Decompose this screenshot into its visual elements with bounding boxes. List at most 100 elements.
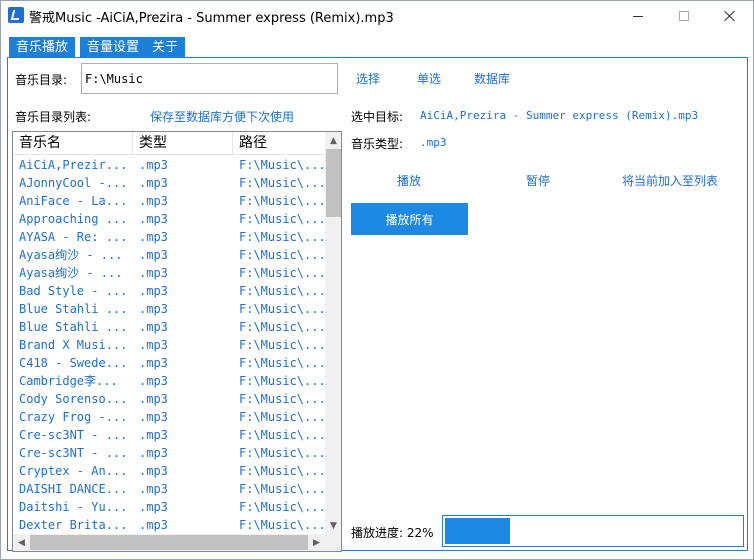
cell-type: .mp3 <box>139 464 168 478</box>
app-window: 警戒Music -AiCiA,Prezira - Summer express … <box>0 0 754 560</box>
cell-path: F:\Music\... <box>239 212 325 226</box>
cell-type: .mp3 <box>139 266 168 280</box>
cell-path: F:\Music\... <box>239 158 325 172</box>
selected-target-label: 选中目标: <box>351 110 404 124</box>
list-item[interactable]: Blue Stahli ... .mp3 F:\Music\... <box>13 318 325 336</box>
close-button[interactable] <box>707 1 753 31</box>
vertical-scroll-thumb[interactable] <box>326 149 341 217</box>
cell-type: .mp3 <box>139 392 168 406</box>
cell-path: F:\Music\... <box>239 518 325 532</box>
music-dir-label: 音乐目录: <box>15 73 68 87</box>
list-item[interactable]: Cambridge李... .mp3 F:\Music\... <box>13 372 325 390</box>
list-item[interactable]: Cre-sc3NT - ... .mp3 F:\Music\... <box>13 444 325 462</box>
tab-about[interactable]: 关于 <box>145 37 186 58</box>
cell-type: .mp3 <box>139 230 168 244</box>
cell-type: .mp3 <box>139 428 168 442</box>
play-button[interactable]: 播放 <box>397 172 421 189</box>
minimize-icon <box>633 15 643 17</box>
cell-name: Cryptex - An... <box>19 464 128 478</box>
database-button[interactable]: 数据库 <box>474 70 510 87</box>
choose-button[interactable]: 选择 <box>356 70 380 87</box>
cell-path: F:\Music\... <box>239 194 325 208</box>
list-item[interactable]: Cre-sc3NT - ... .mp3 F:\Music\... <box>13 426 325 444</box>
cell-type: .mp3 <box>139 356 168 370</box>
cell-path: F:\Music\... <box>239 356 325 370</box>
title-bar[interactable]: 警戒Music -AiCiA,Prezira - Summer express … <box>1 1 753 31</box>
list-item[interactable]: Daitshi - Yu... .mp3 F:\Music\... <box>13 498 325 516</box>
column-header-name[interactable]: 音乐名 <box>13 132 133 155</box>
cell-path: F:\Music\... <box>239 230 325 244</box>
cell-name: Cre-sc3NT - ... <box>19 446 128 460</box>
list-item[interactable]: Ayasa绚沙 - ... .mp3 F:\Music\... <box>13 246 325 264</box>
list-item[interactable]: AYASA - Re: ... .mp3 F:\Music\... <box>13 228 325 246</box>
cell-name: DAISHI DANCE... <box>19 482 128 496</box>
list-item[interactable]: AiCiA,Prezir... .mp3 F:\Music\... <box>13 156 325 174</box>
single-select-button[interactable]: 单选 <box>417 70 441 87</box>
list-item[interactable]: C418 - Swede... .mp3 F:\Music\... <box>13 354 325 372</box>
cell-type: .mp3 <box>139 374 168 388</box>
scroll-up-arrow-icon[interactable]: ▲ <box>325 132 341 149</box>
cell-type: .mp3 <box>139 176 168 190</box>
selected-target-value: AiCiA,Prezira - Summer express (Remix).m… <box>420 109 699 122</box>
tab-volume-settings[interactable]: 音量设置 <box>80 37 147 58</box>
list-item[interactable]: Brand X Musi... .mp3 F:\Music\... <box>13 336 325 354</box>
list-item[interactable]: Crazy Frog -... .mp3 F:\Music\... <box>13 408 325 426</box>
cell-type: .mp3 <box>139 482 168 496</box>
cell-name: Cre-sc3NT - ... <box>19 428 128 442</box>
pause-button[interactable]: 暂停 <box>526 172 550 189</box>
cell-name: AiCiA,Prezir... <box>19 158 128 172</box>
cell-path: F:\Music\... <box>239 320 325 334</box>
music-list[interactable]: 音乐名 类型 路径 AiCiA,Prezir... .mp3 F:\Music\..… <box>12 131 342 552</box>
cell-type: .mp3 <box>139 410 168 424</box>
minimize-button[interactable] <box>615 1 661 31</box>
cell-type: .mp3 <box>139 194 168 208</box>
list-item[interactable]: Cody Sorenso... .mp3 F:\Music\... <box>13 390 325 408</box>
cell-name: AJonnyCool -... <box>19 176 128 190</box>
column-header-type[interactable]: 类型 <box>133 132 233 155</box>
tab-music-play[interactable]: 音乐播放 <box>9 37 76 58</box>
list-item[interactable]: AJonnyCool -... .mp3 F:\Music\... <box>13 174 325 192</box>
list-item[interactable]: DAISHI DANCE... .mp3 F:\Music\... <box>13 480 325 498</box>
vertical-scrollbar[interactable]: ▲ ▼ <box>325 132 341 534</box>
cell-name: AniFace - La... <box>19 194 128 208</box>
cell-type: .mp3 <box>139 446 168 460</box>
add-to-list-button[interactable]: 将当前加入至列表 <box>622 172 718 189</box>
list-item[interactable]: Blue Stahli ... .mp3 F:\Music\... <box>13 300 325 318</box>
play-all-button[interactable]: 播放所有 <box>351 203 468 235</box>
list-item[interactable]: Dexter Brita... .mp3 F:\Music\... <box>13 516 325 534</box>
cell-path: F:\Music\... <box>239 284 325 298</box>
list-item[interactable]: Ayasa绚沙 - ... .mp3 F:\Music\... <box>13 264 325 282</box>
list-item[interactable]: Bad Style - ... .mp3 F:\Music\... <box>13 282 325 300</box>
cell-name: C418 - Swede... <box>19 356 128 370</box>
horizontal-scrollbar[interactable]: ◀ ▶ <box>13 534 325 551</box>
list-item[interactable]: Cryptex - An... .mp3 F:\Music\... <box>13 462 325 480</box>
cell-path: F:\Music\... <box>239 302 325 316</box>
horizontal-scroll-thumb[interactable] <box>30 535 308 550</box>
cell-path: F:\Music\... <box>239 464 325 478</box>
list-item[interactable]: Approaching ... .mp3 F:\Music\... <box>13 210 325 228</box>
scrollbar-corner <box>325 534 341 551</box>
list-item[interactable]: AniFace - La... .mp3 F:\Music\... <box>13 192 325 210</box>
cell-name: Ayasa绚沙 - ... <box>19 266 123 280</box>
cell-name: Daitshi - Yu... <box>19 500 128 514</box>
cell-path: F:\Music\... <box>239 410 325 424</box>
progress-bar[interactable] <box>442 515 744 547</box>
column-header-path[interactable]: 路径 <box>233 132 325 155</box>
save-to-database-link[interactable]: 保存至数据库方便下次使用 <box>150 108 294 125</box>
music-type-value: .mp3 <box>420 136 447 149</box>
scroll-left-arrow-icon[interactable]: ◀ <box>13 534 30 551</box>
scroll-down-arrow-icon[interactable]: ▼ <box>325 517 341 534</box>
progress-fill <box>445 518 510 544</box>
music-dir-input[interactable]: F:\Music <box>81 63 338 94</box>
cell-path: F:\Music\... <box>239 392 325 406</box>
cell-name: Approaching ... <box>19 212 128 226</box>
cell-path: F:\Music\... <box>239 266 325 280</box>
cell-name: Blue Stahli ... <box>19 302 128 316</box>
music-list-label: 音乐目录列表: <box>15 110 92 124</box>
scroll-right-arrow-icon[interactable]: ▶ <box>308 534 325 551</box>
cell-path: F:\Music\... <box>239 500 325 514</box>
cell-type: .mp3 <box>139 302 168 316</box>
maximize-button[interactable] <box>661 1 707 31</box>
cell-name: Cody Sorenso... <box>19 392 128 406</box>
cell-type: .mp3 <box>139 284 168 298</box>
